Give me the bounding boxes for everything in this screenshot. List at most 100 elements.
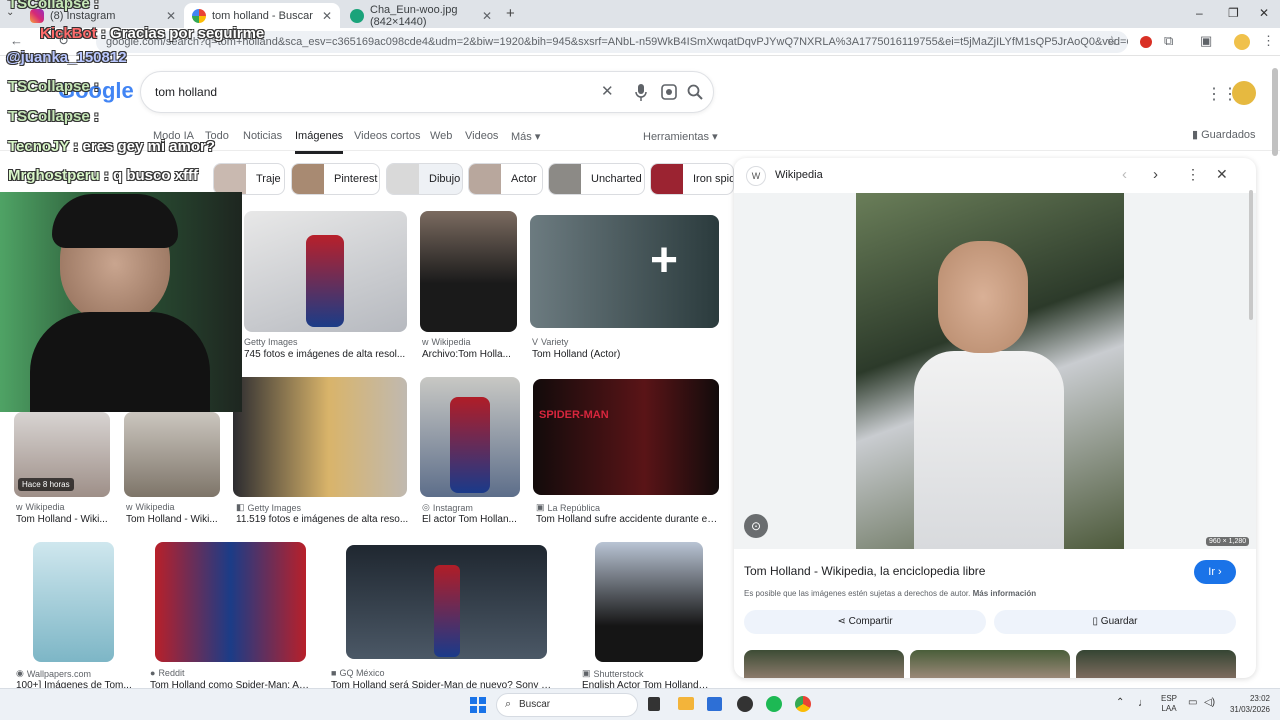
chip-thumbnail	[387, 164, 419, 194]
opera-extension-icon[interactable]	[1140, 36, 1152, 48]
store-icon[interactable]	[707, 697, 722, 711]
next-arrow-icon[interactable]: ›	[1153, 166, 1158, 183]
tray-chevron-icon[interactable]: ⌃	[1116, 697, 1124, 708]
chip-uncharted[interactable]: Uncharted	[548, 163, 645, 195]
related-image[interactable]	[1076, 650, 1236, 678]
menu-icon[interactable]: ⋮	[1262, 33, 1275, 49]
mic-tray-icon[interactable]: ♩	[1138, 697, 1149, 709]
volume-icon[interactable]: ◁)	[1204, 697, 1215, 708]
tab-videos[interactable]: Videos	[465, 130, 498, 142]
result-image[interactable]	[595, 542, 703, 662]
microphone-icon[interactable]	[635, 84, 647, 101]
result-image[interactable]	[420, 377, 520, 497]
result-image[interactable]	[233, 377, 407, 497]
bookmark-star-icon[interactable]: ☆	[1106, 33, 1118, 49]
chip-thumbnail	[292, 164, 324, 194]
account-avatar[interactable]	[1232, 81, 1256, 105]
clock[interactable]: 23:02 31/03/2026	[1224, 693, 1270, 715]
extensions-icon[interactable]: ⧉	[1164, 33, 1173, 49]
prev-arrow-icon[interactable]: ‹	[1122, 166, 1127, 183]
result-image[interactable]	[420, 211, 517, 332]
maximize-button[interactable]: ❐	[1228, 6, 1239, 20]
tab-videos-cortos[interactable]: Videos cortos	[354, 130, 420, 142]
close-window-button[interactable]: ✕	[1259, 6, 1269, 20]
result-image[interactable]: Hace 8 horas	[14, 412, 110, 497]
related-image[interactable]	[744, 650, 904, 678]
chip-dibujo[interactable]: Dibujo	[386, 163, 463, 195]
chat-message: TSCollapse :	[8, 0, 99, 12]
file-explorer-icon[interactable]	[678, 697, 694, 710]
close-panel-icon[interactable]: ✕	[1216, 166, 1228, 183]
panel-title[interactable]: Tom Holland - Wikipedia, la enciclopedia…	[744, 564, 985, 578]
back-icon[interactable]: ←	[10, 33, 23, 48]
network-icon[interactable]: ▭	[1188, 697, 1197, 708]
result-caption[interactable]: El actor Tom Hollan...	[422, 514, 520, 525]
profile-avatar[interactable]	[1234, 34, 1250, 50]
result-caption[interactable]: Tom Holland sufre accidente durante es..…	[536, 514, 719, 525]
result-caption[interactable]: Tom Holland (Actor)	[532, 349, 719, 360]
more-options-icon[interactable]: ⋮	[1186, 166, 1200, 183]
browser-tab-strip: ⌄ (8) Instagram ✕ tom holland - Buscar c…	[0, 0, 1280, 28]
visit-button[interactable]: Ir ›	[1194, 560, 1236, 584]
related-image[interactable]	[910, 650, 1070, 678]
result-image[interactable]	[33, 542, 114, 662]
result-image[interactable]	[346, 545, 547, 659]
result-source: ▣ La República	[536, 502, 601, 513]
getty-icon: ◧	[236, 502, 245, 512]
result-caption[interactable]: 745 fotos e imágenes de alta resol...	[244, 349, 407, 360]
result-caption[interactable]: 11.519 fotos e imágenes de alta reso...	[236, 514, 410, 525]
panel-source[interactable]: Wikipedia	[775, 169, 823, 181]
chat-message: @juanka_150812	[6, 49, 127, 66]
panel-scrollbar[interactable]	[1249, 190, 1253, 320]
search-icon[interactable]	[687, 84, 703, 100]
result-image[interactable]: +	[530, 215, 719, 328]
chip-iron-spider[interactable]: Iron spider	[650, 163, 734, 195]
variety-icon: V	[532, 337, 539, 347]
preview-image[interactable]	[856, 193, 1124, 549]
chip-label: Traje	[256, 173, 281, 185]
tab-noticias[interactable]: Noticias	[243, 130, 282, 142]
saved-button[interactable]: ▮ Guardados	[1192, 128, 1256, 141]
close-tab-icon[interactable]: ✕	[322, 9, 332, 23]
gq-icon: ■	[331, 668, 337, 678]
search-input[interactable]: tom holland	[155, 85, 217, 99]
share-button[interactable]: ⋖ Compartir	[744, 610, 986, 634]
lens-search-icon[interactable]: ⊙	[744, 514, 768, 538]
windows-start-icon[interactable]	[470, 697, 486, 713]
task-view-icon[interactable]	[648, 697, 660, 711]
result-caption[interactable]: Tom Holland - Wiki...	[126, 514, 220, 525]
language-indicator[interactable]: ESP LAA	[1161, 694, 1177, 714]
chip-thumbnail	[469, 164, 501, 194]
new-tab-button[interactable]: +	[506, 5, 515, 22]
tab-image-file[interactable]: Cha_Eun-woo.jpg (842×1440) ✕	[342, 3, 500, 28]
tab-web[interactable]: Web	[430, 130, 452, 142]
close-tab-icon[interactable]: ✕	[482, 9, 492, 23]
close-tab-icon[interactable]: ✕	[166, 9, 176, 23]
app-icon[interactable]	[737, 696, 753, 712]
result-image[interactable]	[155, 542, 306, 662]
image-dimensions: 960 × 1,280	[1206, 537, 1250, 546]
chip-pinterest[interactable]: Pinterest	[291, 163, 380, 195]
lens-icon[interactable]	[661, 84, 677, 100]
result-image[interactable]: SPIDER-MAN	[533, 379, 719, 495]
spotify-icon[interactable]	[766, 696, 782, 712]
chip-actor[interactable]: Actor	[468, 163, 543, 195]
result-caption[interactable]: Archivo:Tom Holla...	[422, 349, 519, 360]
taskbar-search[interactable]: ⌕ Buscar	[496, 693, 638, 717]
clear-icon[interactable]: ✕	[601, 82, 614, 100]
more-info-link[interactable]: Más información	[973, 589, 1037, 598]
tools-button[interactable]: Herramientas ▾	[643, 130, 718, 143]
chip-label: Pinterest	[334, 173, 378, 185]
result-image[interactable]	[244, 211, 407, 332]
page-scrollbar[interactable]	[1272, 68, 1278, 156]
result-image[interactable]	[124, 412, 220, 497]
cast-icon[interactable]: ▣	[1200, 33, 1212, 49]
result-caption[interactable]: Tom Holland - Wiki...	[16, 514, 112, 525]
chip-traje[interactable]: Traje	[213, 163, 285, 195]
bookmark-icon: ▯	[1092, 616, 1099, 627]
search-box[interactable]: tom holland ✕	[140, 71, 714, 113]
tab-mas[interactable]: Más ▾	[511, 130, 540, 143]
save-button[interactable]: ▯ Guardar	[994, 610, 1236, 634]
chrome-icon[interactable]	[795, 696, 811, 712]
minimize-button[interactable]: –	[1196, 6, 1203, 20]
